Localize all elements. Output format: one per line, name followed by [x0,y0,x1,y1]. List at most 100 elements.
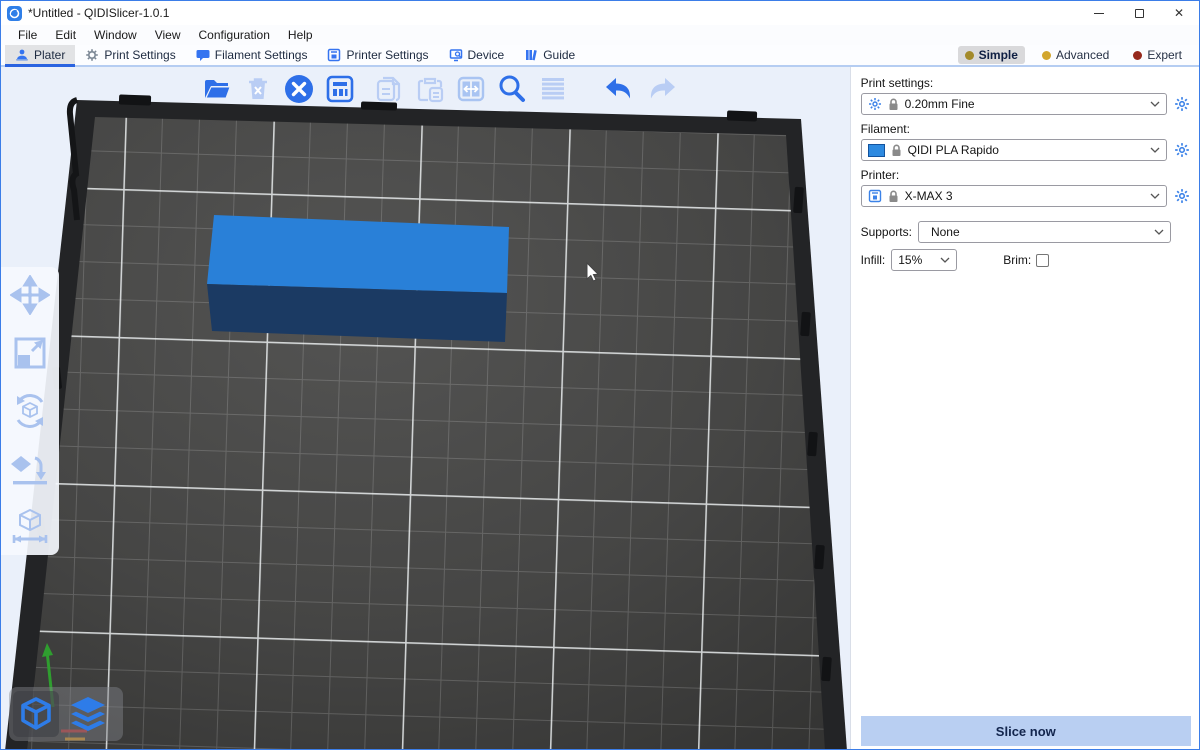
gear-icon [1174,96,1190,112]
menu-window[interactable]: Window [85,26,146,44]
tab-filament-settings[interactable]: Filament Settings [186,45,318,65]
arrange-icon [325,74,355,104]
print-settings-gear-icon [85,48,99,62]
scale-gizmo-button[interactable] [8,331,52,375]
gear-icon [1174,142,1190,158]
menu-configuration[interactable]: Configuration [190,26,279,44]
editor-view-button[interactable] [13,691,59,737]
infill-value: 15% [898,253,934,267]
filament-edit-button[interactable] [1173,141,1191,159]
supports-value: None [925,225,1148,239]
delete-button[interactable] [240,71,276,107]
delete-all-button[interactable] [281,71,317,107]
place-on-face-gizmo-button[interactable] [8,447,52,491]
printer-edit-button[interactable] [1173,187,1191,205]
tab-device[interactable]: Device [439,45,515,65]
tab-bar: Plater Print Settings Filament Settings … [1,45,1199,67]
redo-icon [644,74,678,104]
move-icon [10,275,50,315]
move-gizmo-button[interactable] [8,273,52,317]
tab-label: Plater [34,48,65,62]
filament-combo[interactable]: QIDI PLA Rapido [861,139,1167,161]
split-button[interactable] [453,71,489,107]
open-folder-icon [202,74,232,104]
tab-print-settings[interactable]: Print Settings [75,45,185,65]
build-plate-scene [1,67,850,749]
measure-gizmo-button[interactable] [8,505,52,549]
infill-combo[interactable]: 15% [891,249,957,271]
3d-editor-view-icon [17,695,55,733]
scale-icon [10,333,50,373]
minimize-button[interactable] [1079,1,1119,25]
open-button[interactable] [199,71,235,107]
rotate-icon [9,390,51,432]
infill-label: Infill: [861,253,886,267]
mode-expert[interactable]: Expert [1126,46,1189,64]
tab-label: Print Settings [104,48,175,62]
undo-button[interactable] [602,71,638,107]
tab-plater[interactable]: Plater [5,45,75,65]
menu-file[interactable]: File [9,26,46,44]
title-bar: *Untitled - QIDISlicer-1.0.1 ✕ [1,1,1199,25]
rotate-gizmo-button[interactable] [8,389,52,433]
mode-simple[interactable]: Simple [958,46,1025,64]
preview-sliced-view-icon [67,694,109,734]
supports-combo[interactable]: None [918,221,1171,243]
filament-color-swatch [868,144,885,157]
undo-icon [603,74,637,104]
maximize-button[interactable] [1119,1,1159,25]
tab-guide[interactable]: Guide [514,45,585,65]
place-on-face-icon [9,448,51,490]
mode-label: Expert [1147,48,1182,62]
variable-layer-height-button[interactable] [535,71,571,107]
menu-view[interactable]: View [146,26,190,44]
search-icon [496,73,528,105]
print-settings-edit-button[interactable] [1173,95,1191,113]
top-toolbar [199,71,679,107]
mode-advanced[interactable]: Advanced [1035,46,1116,64]
redo-button[interactable] [643,71,679,107]
filament-label: Filament: [861,122,1191,136]
gear-icon [868,97,882,111]
mode-label: Advanced [1056,48,1109,62]
simple-mode-dot-icon [965,51,974,60]
search-button[interactable] [494,71,530,107]
printer-combo[interactable]: X-MAX 3 [861,185,1167,207]
tab-printer-settings[interactable]: Printer Settings [317,45,438,65]
chevron-down-icon [1150,147,1160,153]
brim-checkbox[interactable] [1036,254,1049,267]
close-button[interactable]: ✕ [1159,1,1199,25]
lock-icon [888,190,899,203]
print-settings-label: Print settings: [861,76,1191,90]
print-settings-combo[interactable]: 0.20mm Fine [861,93,1167,115]
app-window: *Untitled - QIDISlicer-1.0.1 ✕ File Edit… [0,0,1200,750]
window-title: *Untitled - QIDISlicer-1.0.1 [28,6,169,20]
delete-all-icon [283,73,315,105]
preview-view-button[interactable] [65,691,111,737]
gear-icon [1174,188,1190,204]
slice-now-button[interactable]: Slice now [861,716,1191,746]
mode-selector: Simple Advanced Expert [958,45,1199,65]
tab-label: Filament Settings [215,48,308,62]
app-logo-icon [7,6,22,21]
paste-icon [415,74,445,104]
copy-icon [374,74,404,104]
menu-edit[interactable]: Edit [46,26,85,44]
device-monitor-icon [449,48,463,62]
paste-button[interactable] [412,71,448,107]
supports-label: Supports: [861,225,912,239]
printer-icon [868,189,882,203]
plater-icon [15,48,29,62]
model-box[interactable] [207,215,509,342]
brim-label: Brim: [1003,253,1031,267]
copy-button[interactable] [371,71,407,107]
tab-label: Device [468,48,505,62]
filament-value: QIDI PLA Rapido [908,143,1144,157]
lock-icon [891,144,902,157]
delete-trash-icon [244,75,272,103]
menu-bar: File Edit Window View Configuration Help [1,25,1199,45]
3d-viewport[interactable] [1,67,850,749]
arrange-button[interactable] [322,71,358,107]
printer-value: X-MAX 3 [905,189,1144,203]
menu-help[interactable]: Help [279,26,322,44]
